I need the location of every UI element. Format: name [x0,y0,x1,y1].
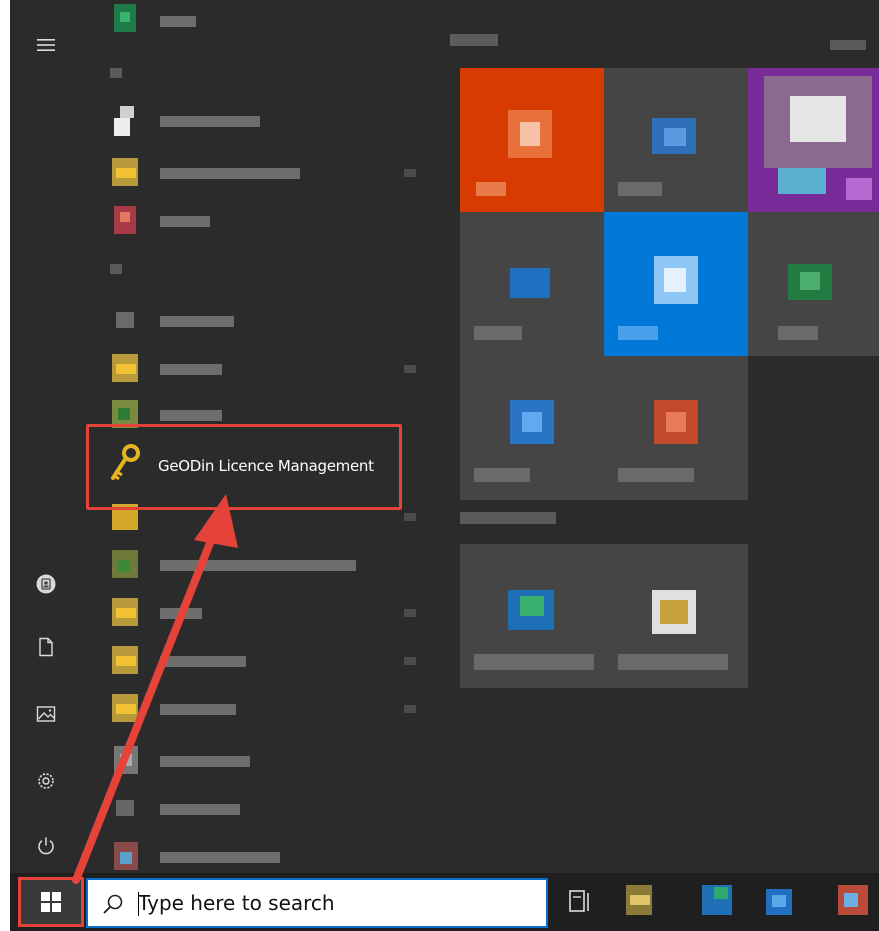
tiles-area [450,0,879,873]
list-item[interactable] [98,200,428,240]
tile-group-heading [830,40,866,50]
expand-chevron-icon [404,169,416,177]
start-rail [10,0,82,873]
app-tile[interactable] [460,544,604,688]
documents-button[interactable] [32,633,60,661]
app-icon [110,4,138,36]
app-tile[interactable] [604,68,748,212]
settings-button[interactable] [32,767,60,795]
list-item[interactable] [98,740,428,780]
windows-logo-icon [41,892,61,912]
app-label-blurred [160,116,260,127]
app-icon [110,204,138,236]
pictures-button[interactable] [32,700,60,728]
app-label-blurred [160,608,202,619]
taskbar-pinned-app[interactable] [700,883,734,919]
app-label-blurred [160,560,356,571]
tile-group-heading [460,512,556,524]
app-icon [110,792,138,824]
tile-group-heading [450,34,498,46]
hamburger-menu-button[interactable] [32,31,60,59]
power-button[interactable] [32,832,60,860]
app-tile[interactable] [604,356,748,500]
app-label-blurred [160,804,240,815]
pictures-icon [36,706,56,722]
letter-heading [110,264,122,274]
app-icon [110,352,138,384]
list-item[interactable] [98,100,428,140]
hamburger-menu-icon [37,39,55,51]
app-label-blurred [160,704,236,715]
app-icon [110,548,138,580]
app-label-blurred [160,216,210,227]
app-icon [110,692,138,724]
expand-chevron-icon [404,513,416,521]
list-item[interactable] [98,152,428,192]
taskbar [10,873,879,931]
list-item[interactable] [98,544,428,584]
taskbar-pinned-app[interactable] [622,883,656,919]
expand-chevron-icon [404,609,416,617]
search-input[interactable] [138,880,538,926]
expand-chevron-icon [404,657,416,665]
app-icon [110,104,138,136]
taskbar-pinned-app[interactable] [834,883,868,919]
app-label-blurred [160,168,300,179]
app-tile[interactable] [604,212,748,356]
app-label-blurred [160,656,246,667]
office-tile[interactable] [460,68,604,212]
app-label-blurred [160,16,196,27]
app-tile[interactable] [748,212,879,356]
app-icon [110,744,138,776]
list-item[interactable] [98,836,428,873]
settings-gear-icon [38,773,54,789]
expand-chevron-icon [404,705,416,713]
taskbar-pinned-app[interactable] [762,883,796,919]
expand-chevron-icon [404,365,416,373]
app-icon [110,840,138,872]
app-label-blurred [160,316,234,327]
app-label-blurred [160,756,250,767]
list-item[interactable] [98,0,428,40]
list-item[interactable] [98,300,428,340]
task-view-icon[interactable] [566,887,594,915]
app-tile[interactable] [460,356,604,500]
app-icon [110,304,138,336]
list-item[interactable] [98,640,428,680]
app-label-blurred [160,410,222,421]
start-button[interactable] [18,877,84,927]
letter-heading [110,68,122,78]
list-item[interactable] [98,348,428,388]
documents-icon [39,637,53,657]
app-tile[interactable] [604,544,748,688]
photos-tile[interactable] [748,68,879,212]
user-avatar-icon [36,574,56,594]
highlight-annotation-frame [86,424,402,510]
app-tile[interactable] [460,212,604,356]
user-account-button[interactable] [32,570,60,598]
app-label-blurred [160,364,222,375]
list-item[interactable] [98,688,428,728]
text-caret [138,892,139,916]
list-item[interactable] [98,592,428,632]
search-box[interactable] [86,878,548,928]
app-icon [110,596,138,628]
start-menu: GeODin Licence Management [10,0,879,873]
app-icon [110,156,138,188]
list-item[interactable] [98,788,428,828]
app-label-blurred [160,852,280,863]
search-icon [103,894,123,914]
power-icon [38,837,54,855]
app-icon [110,644,138,676]
